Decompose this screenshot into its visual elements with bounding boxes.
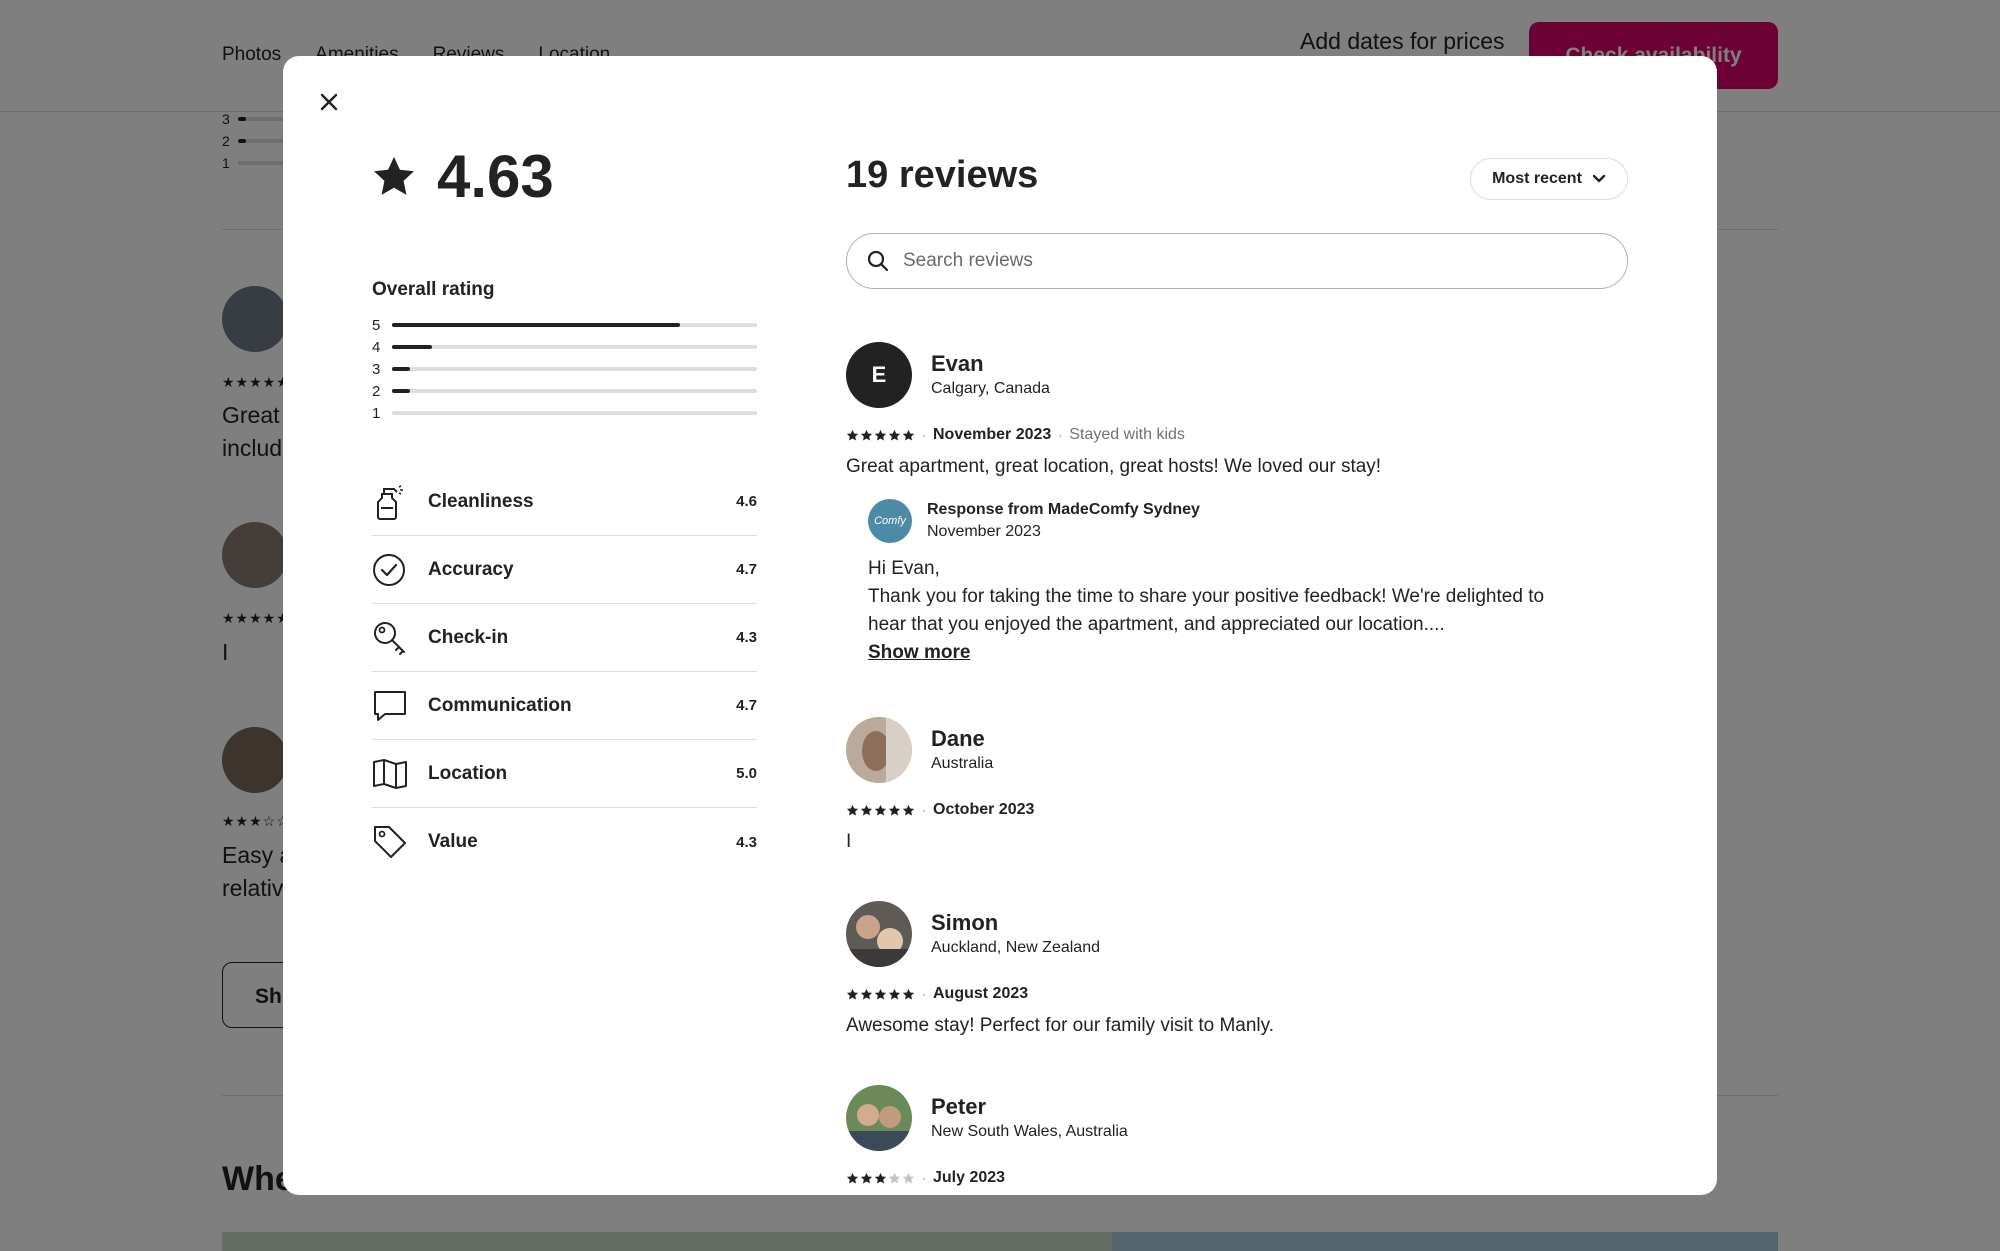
- review-item: E Evan Calgary, Canada · November 2023 ·…: [846, 342, 1636, 667]
- avatar[interactable]: [846, 901, 912, 967]
- star-rating: [846, 988, 915, 1001]
- star-rating: [846, 804, 915, 817]
- histogram-fill: [392, 389, 411, 393]
- category-label: Location: [428, 762, 508, 784]
- category-score: 4.3: [736, 629, 757, 646]
- category-score: 4.3: [736, 833, 757, 851]
- review-date: July 2023: [933, 1169, 1006, 1186]
- show-more-link[interactable]: Show more: [868, 639, 970, 667]
- review-date: October 2023: [933, 801, 1035, 818]
- response-title: Response from MadeComfy Sydney: [927, 501, 1200, 518]
- category-label: Accuracy: [428, 558, 514, 580]
- spray-bottle-icon: [372, 484, 428, 520]
- category-row-accuracy: Accuracy 4.7: [372, 536, 757, 604]
- star-rating: [846, 1172, 915, 1185]
- category-row-communication: Communication 4.7: [372, 672, 757, 740]
- avatar-photo: [846, 901, 912, 967]
- histogram-star-label: 2: [372, 382, 381, 400]
- reviewer-location: Calgary, Canada: [931, 380, 1050, 397]
- star-rating: [846, 429, 915, 442]
- review-date: November 2023: [933, 426, 1052, 443]
- histogram-track: [392, 411, 757, 415]
- review-date: August 2023: [933, 985, 1029, 1002]
- histogram-row: 2: [372, 380, 757, 402]
- histogram-row: 5: [372, 314, 757, 336]
- overall-rating-label: Overall rating: [372, 279, 495, 300]
- search-icon: [867, 250, 889, 272]
- rating-histogram: 5 4 3 2 1: [372, 314, 757, 424]
- review-item: Simon Auckland, New Zealand · August 202…: [846, 901, 1636, 1038]
- response-date: November 2023: [927, 523, 1041, 540]
- category-row-cleanliness: Cleanliness 4.6: [372, 468, 757, 536]
- reviewer-location: Auckland, New Zealand: [931, 939, 1100, 956]
- avatar-photo: [846, 1085, 912, 1151]
- histogram-fill: [392, 323, 681, 327]
- category-label: Communication: [428, 694, 572, 716]
- host-logo: Comfy: [868, 499, 912, 543]
- key-icon: [372, 620, 428, 656]
- review-count: 19 reviews: [846, 154, 1039, 196]
- category-row-check-in: Check-in 4.3: [372, 604, 757, 672]
- overall-score-heading: 4.63: [371, 142, 554, 211]
- category-score: 5.0: [736, 765, 757, 782]
- review-text: Great apartment, great location, great h…: [846, 456, 1382, 477]
- sort-dropdown[interactable]: Most recent: [1470, 158, 1628, 200]
- category-score: 4.7: [736, 561, 757, 578]
- category-label: Cleanliness: [428, 490, 534, 512]
- map-icon: [372, 758, 428, 790]
- histogram-fill: [392, 345, 433, 349]
- category-ratings: Cleanliness 4.6 Accuracy 4.7 Check-in 4.3 Comm…: [372, 468, 757, 876]
- category-score: 4.7: [736, 697, 757, 714]
- reviews-modal: 4.63 Overall rating 5 4 3 2 1 Cleanliness 4.6…: [283, 56, 1717, 1195]
- reviewer-location: Australia: [931, 755, 994, 772]
- category-label: Value: [428, 831, 478, 852]
- histogram-star-label: 3: [372, 360, 381, 378]
- message-icon: [372, 689, 428, 723]
- histogram-track: [392, 389, 757, 393]
- histogram-star-label: 1: [372, 404, 381, 422]
- reviewer-name: Peter: [931, 1094, 987, 1119]
- review-text: I: [846, 831, 852, 852]
- stay-type: Stayed with kids: [1069, 426, 1185, 443]
- histogram-row: 1: [372, 402, 757, 424]
- star-icon: [374, 156, 414, 195]
- histogram-track: [392, 323, 757, 327]
- review-item: Dane Australia · October 2023 I: [846, 717, 1636, 854]
- category-score: 4.6: [736, 493, 757, 510]
- category-label: Check-in: [428, 626, 509, 648]
- reviewer-location: New South Wales, Australia: [931, 1123, 1128, 1140]
- close-button[interactable]: [309, 82, 349, 122]
- sort-label: Most recent: [1492, 170, 1582, 187]
- avatar-photo: [846, 717, 912, 783]
- avatar[interactable]: [846, 717, 912, 783]
- histogram-track: [392, 367, 757, 371]
- histogram-row: 3: [372, 358, 757, 380]
- review-text: Awesome stay! Perfect for our family vis…: [846, 1015, 1274, 1036]
- review-item: Peter New South Wales, Australia · July …: [846, 1085, 1636, 1188]
- overall-score: 4.63: [437, 143, 554, 210]
- chevron-down-icon: [1592, 174, 1606, 183]
- histogram-star-label: 4: [372, 338, 381, 356]
- tag-icon: [372, 824, 428, 860]
- histogram-row: 4: [372, 336, 757, 358]
- category-row-location: Location 5.0: [372, 740, 757, 808]
- reviewer-name: Simon: [931, 910, 999, 935]
- histogram-fill: [392, 367, 411, 371]
- reviewer-name: Dane: [931, 726, 985, 751]
- check-circle-icon: [372, 553, 428, 587]
- avatar[interactable]: E: [846, 342, 912, 408]
- host-response: Comfy Response from MadeComfy Sydney Nov…: [868, 499, 1636, 667]
- review-search-bar: [846, 233, 1628, 289]
- reviewer-name: Evan: [931, 351, 984, 376]
- close-icon: [320, 93, 338, 111]
- response-body: Hi Evan, Thank you for taking the time t…: [868, 558, 1545, 635]
- search-reviews-input[interactable]: [903, 250, 1603, 272]
- category-row-value: Value 4.3: [372, 808, 757, 876]
- histogram-star-label: 5: [372, 316, 381, 334]
- avatar[interactable]: [846, 1085, 912, 1151]
- histogram-track: [392, 345, 757, 349]
